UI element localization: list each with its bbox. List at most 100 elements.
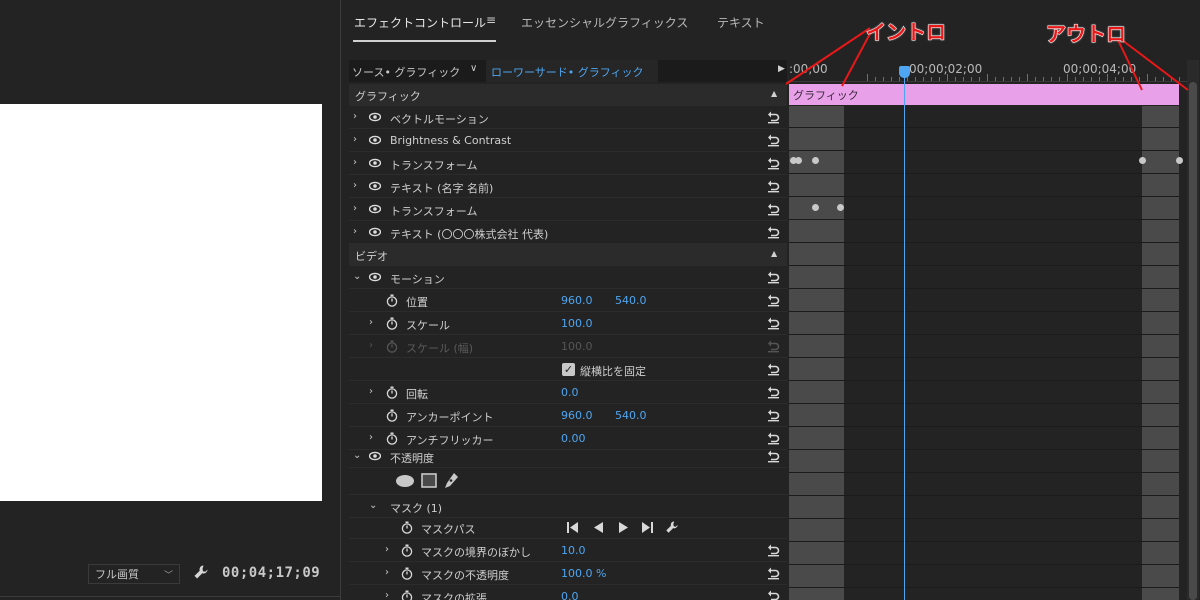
scrollbar-thumb[interactable]	[1189, 82, 1197, 600]
keyframe[interactable]	[1176, 157, 1183, 164]
reset-icon[interactable]	[767, 431, 780, 445]
mask-opacity-value[interactable]: 100.0 %	[561, 567, 606, 580]
monitor-ruler[interactable]	[0, 596, 340, 600]
eye-icon[interactable]	[369, 450, 381, 462]
layer-row[interactable]: › Brightness & Contrast	[349, 130, 787, 152]
keyframe-track-row[interactable]	[789, 129, 1179, 151]
reset-icon[interactable]	[767, 270, 780, 284]
keyframe-track-row[interactable]	[789, 106, 1179, 128]
rotation-value[interactable]: 0.0	[561, 386, 579, 399]
position-x-value[interactable]: 960.0	[561, 294, 593, 307]
eye-icon[interactable]	[369, 180, 381, 192]
video-frame[interactable]	[0, 104, 322, 501]
stopwatch-icon[interactable]	[386, 409, 398, 422]
section-header-graphic[interactable]: グラフィック ▲	[349, 84, 787, 106]
rectangle-mask-icon[interactable]	[421, 473, 437, 488]
chevron-right-icon[interactable]: ›	[353, 203, 357, 214]
keyframe-track-row[interactable]	[789, 405, 1179, 427]
layer-row[interactable]: › テキスト (名字 名前)	[349, 176, 787, 198]
keyframe-track-row[interactable]	[789, 474, 1179, 496]
stopwatch-icon[interactable]	[386, 294, 398, 307]
keyframe[interactable]	[837, 204, 844, 211]
reset-icon[interactable]	[767, 202, 780, 216]
reset-icon[interactable]	[767, 293, 780, 307]
property-row-mask-path[interactable]: マスクパス	[349, 517, 787, 539]
tab-effect-controls[interactable]: エフェクトコントロール	[354, 14, 486, 31]
chevron-right-icon[interactable]: ›	[353, 180, 357, 191]
keyframe-track-row[interactable]	[789, 428, 1179, 450]
reset-icon[interactable]	[767, 133, 780, 147]
eye-icon[interactable]	[369, 111, 381, 123]
layer-row[interactable]: › テキスト (〇〇〇株式会社 代表)	[349, 222, 787, 244]
keyframe[interactable]	[795, 157, 802, 164]
layer-row[interactable]: › ベクトルモーション	[349, 107, 787, 129]
keyframe-track-row[interactable]	[789, 589, 1179, 600]
chevron-right-icon[interactable]: ›	[385, 567, 389, 578]
track-forward-one-icon[interactable]	[641, 522, 653, 533]
property-row-uniform-scale[interactable]: ✓ 縦横比を固定	[349, 359, 787, 381]
anchor-x-value[interactable]: 960.0	[561, 409, 593, 422]
keyframe-track-row[interactable]	[789, 244, 1179, 266]
reset-icon[interactable]	[767, 566, 780, 580]
keyframe-track-row[interactable]	[789, 175, 1179, 197]
reset-icon[interactable]	[767, 408, 780, 422]
scale-value[interactable]: 100.0	[561, 317, 593, 330]
keyframe-track-row[interactable]	[789, 566, 1179, 588]
chevron-down-icon[interactable]: ⌄	[369, 500, 377, 511]
chevron-right-icon[interactable]: ›	[369, 432, 373, 443]
keyframe-track-row[interactable]	[789, 313, 1179, 335]
effect-row-motion[interactable]: ⌄ モーション	[349, 267, 787, 289]
property-row-rotation[interactable]: › 回転 0.0	[349, 382, 787, 404]
keyframe-track-row[interactable]	[789, 221, 1179, 243]
track-forward-icon[interactable]	[619, 522, 629, 533]
stopwatch-icon[interactable]	[401, 590, 413, 600]
keyframe-track-row[interactable]	[789, 198, 1179, 220]
reset-icon[interactable]	[767, 225, 780, 239]
keyframe-track-row[interactable]	[789, 543, 1179, 565]
chevron-right-icon[interactable]: ›	[369, 317, 373, 328]
chevron-right-icon[interactable]: ›	[353, 226, 357, 237]
reset-icon[interactable]	[767, 316, 780, 330]
property-row-mask-opacity[interactable]: › マスクの不透明度 100.0 %	[349, 563, 787, 585]
reset-icon[interactable]	[767, 543, 780, 557]
wrench-icon[interactable]	[193, 564, 209, 584]
reset-icon[interactable]	[767, 156, 780, 170]
chevron-right-icon[interactable]: ›	[353, 157, 357, 168]
keyframe[interactable]	[812, 157, 819, 164]
keyframe-track-row[interactable]	[789, 497, 1179, 519]
property-row-scale[interactable]: › スケール 100.0	[349, 313, 787, 335]
keyframe-track-row[interactable]	[789, 267, 1179, 289]
chevron-down-icon[interactable]: ⌄	[353, 271, 361, 282]
chevron-right-icon[interactable]: ›	[385, 544, 389, 555]
uniform-scale-checkbox[interactable]: ✓	[562, 363, 575, 376]
antiflicker-value[interactable]: 0.00	[561, 432, 586, 445]
section-header-video[interactable]: ビデオ ▲	[349, 244, 787, 266]
layer-row[interactable]: › トランスフォーム	[349, 199, 787, 221]
reset-icon[interactable]	[767, 385, 780, 399]
keyframe-track-row[interactable]	[789, 290, 1179, 312]
mask-expansion-value[interactable]: 0.0	[561, 590, 579, 600]
keyframe-track-row[interactable]	[789, 520, 1179, 542]
wrench-icon[interactable]	[665, 520, 679, 534]
anchor-y-value[interactable]: 540.0	[615, 409, 647, 422]
keyframe-track-row[interactable]	[789, 382, 1179, 404]
tab-text[interactable]: テキスト	[717, 14, 765, 31]
reset-icon[interactable]	[767, 179, 780, 193]
chevron-down-icon[interactable]: ⌄	[353, 450, 361, 461]
property-row-anchor[interactable]: アンカーポイント 960.0 540.0	[349, 405, 787, 427]
mask-row[interactable]: ⌄ マスク (1)	[349, 496, 787, 518]
playhead-line[interactable]	[904, 68, 905, 600]
property-row-position[interactable]: 位置 960.0 540.0	[349, 290, 787, 312]
reset-icon[interactable]	[767, 589, 780, 600]
chevron-down-icon[interactable]: ∨	[470, 63, 477, 74]
eye-icon[interactable]	[369, 134, 381, 146]
property-row-mask-feather[interactable]: › マスクの境界のぼかし 10.0	[349, 540, 787, 562]
play-icon[interactable]: ▶	[778, 64, 785, 74]
timeline-clip[interactable]: グラフィック	[789, 84, 1179, 105]
chevron-right-icon[interactable]: ›	[385, 590, 389, 600]
reset-icon[interactable]	[767, 110, 780, 124]
stopwatch-icon[interactable]	[386, 432, 398, 445]
layer-row[interactable]: › トランスフォーム	[349, 153, 787, 175]
keyframe-track-row[interactable]	[789, 359, 1179, 381]
panel-menu-icon[interactable]: ≡	[486, 13, 496, 27]
